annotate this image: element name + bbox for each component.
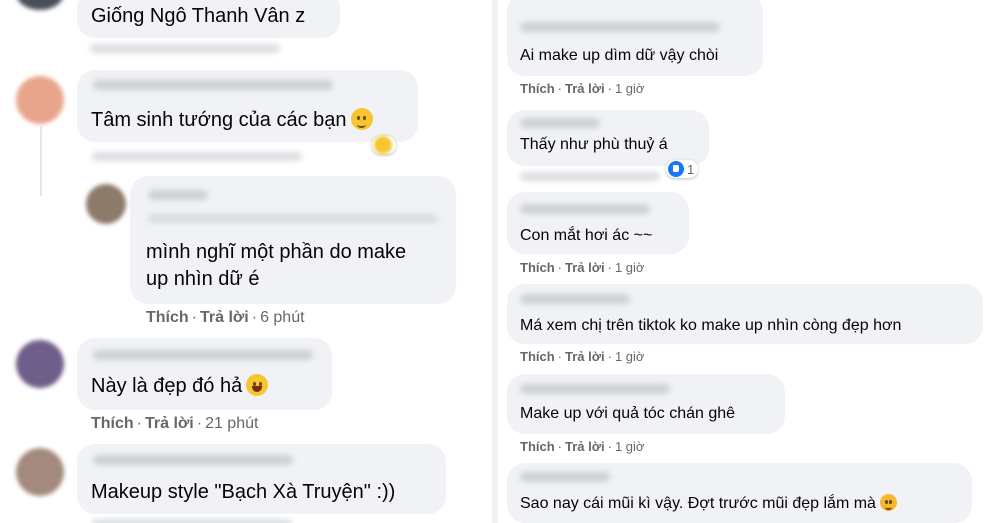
comment-text: Giống Ngô Thanh Vân z [91, 5, 306, 27]
timestamp[interactable]: 1 giờ [615, 439, 645, 454]
reply-link[interactable]: Trả lời [565, 439, 605, 454]
comment-actions: Thích · Trả lời · 1 giờ [520, 439, 645, 454]
comment-actions: Thích · Trả lời · 1 giờ [520, 81, 645, 96]
like-link[interactable]: Thích [146, 309, 189, 326]
comment-actions-blurred [92, 519, 292, 523]
commenter-name-blurred[interactable] [93, 350, 313, 360]
avatar[interactable] [86, 184, 126, 224]
reply-link[interactable]: Trả lời [565, 260, 605, 275]
avatar[interactable] [16, 0, 64, 10]
reply-link[interactable]: Trả lời [200, 309, 249, 326]
reaction-count: 1 [687, 161, 695, 177]
comment-text: Make up với quả tóc chán ghê [520, 405, 736, 422]
commenter-name-blurred[interactable] [520, 384, 670, 394]
reply-link[interactable]: Trả lời [145, 415, 194, 432]
timestamp[interactable]: 1 giờ [615, 81, 645, 96]
comment-actions-blurred [92, 152, 302, 161]
comment-actions: Thích · Trả lời · 1 giờ [520, 349, 645, 364]
commenter-name-blurred[interactable] [93, 455, 293, 465]
haha-reaction-icon [374, 136, 392, 154]
comment-text: Thấy như phù thuỷ á [520, 136, 668, 153]
comment-actions: Thích · Trả lời · 21 phút [91, 415, 259, 432]
avatar[interactable] [16, 76, 64, 124]
column-divider [492, 0, 498, 523]
timestamp[interactable]: 1 giờ [615, 349, 645, 364]
laughing-icon [246, 374, 269, 396]
timestamp[interactable]: 1 giờ [615, 260, 645, 275]
commenter-name-blurred[interactable] [148, 190, 208, 200]
quoted-text-blurred [148, 214, 438, 223]
reply-link[interactable]: Trả lời [565, 349, 605, 364]
pleading-face-icon [879, 494, 897, 511]
reply-actions: Thích · Trả lời · 6 phút [146, 309, 305, 326]
comment-actions: Thích · Trả lời · 1 giờ [520, 260, 645, 275]
comment-actions-blurred [520, 172, 660, 181]
like-reaction-icon [668, 161, 684, 177]
comment-text: Con mắt hơi ác ~~ [520, 227, 653, 244]
comment-text: Ai make up dìm dữ vậy chòi [520, 47, 719, 64]
like-link[interactable]: Thích [520, 81, 555, 96]
like-link[interactable]: Thích [520, 439, 555, 454]
reply-link[interactable]: Trả lời [565, 81, 605, 96]
thread-line [40, 126, 42, 196]
commenter-name-blurred[interactable] [520, 204, 650, 214]
comment-actions-blurred [90, 44, 280, 53]
timestamp[interactable]: 6 phút [260, 309, 304, 326]
reaction-badge-blurred[interactable] [372, 136, 396, 154]
reply-text-line-1: mình nghĩ một phần do make [146, 241, 407, 263]
reply-text-line-2: up nhìn dữ é [146, 268, 260, 290]
like-link[interactable]: Thích [520, 349, 555, 364]
comment-text: Tâm sinh tướng của các bạn [91, 107, 373, 133]
timestamp[interactable]: 21 phút [205, 415, 258, 432]
commenter-name-blurred[interactable] [520, 22, 720, 32]
avatar[interactable] [16, 448, 64, 496]
left-comment-panel: Giống Ngô Thanh Vân z Tâm sinh tướng của… [0, 0, 488, 523]
reaction-badge[interactable]: 1 [666, 160, 699, 178]
commenter-name-blurred[interactable] [520, 118, 600, 128]
comment-text: Sao nay cái mũi kì vậy. Đợt trước mũi đẹ… [520, 494, 897, 514]
comment-text: Này là đẹp đó hả [91, 373, 269, 399]
like-link[interactable]: Thích [520, 260, 555, 275]
slight-smile-icon [350, 108, 373, 130]
comment-text: Makeup style "Bạch Xà Truyện" :)) [91, 481, 396, 503]
commenter-name-blurred[interactable] [520, 294, 630, 304]
like-link[interactable]: Thích [91, 415, 134, 432]
avatar[interactable] [16, 340, 64, 388]
right-comment-panel: Ai make up dìm dữ vậy chòi Thích · Trả lời… [500, 0, 999, 523]
comment-text: Má xem chị trên tiktok ko make up nhìn c… [520, 317, 902, 334]
commenter-name-blurred[interactable] [520, 472, 610, 482]
commenter-name-blurred[interactable] [93, 80, 333, 90]
